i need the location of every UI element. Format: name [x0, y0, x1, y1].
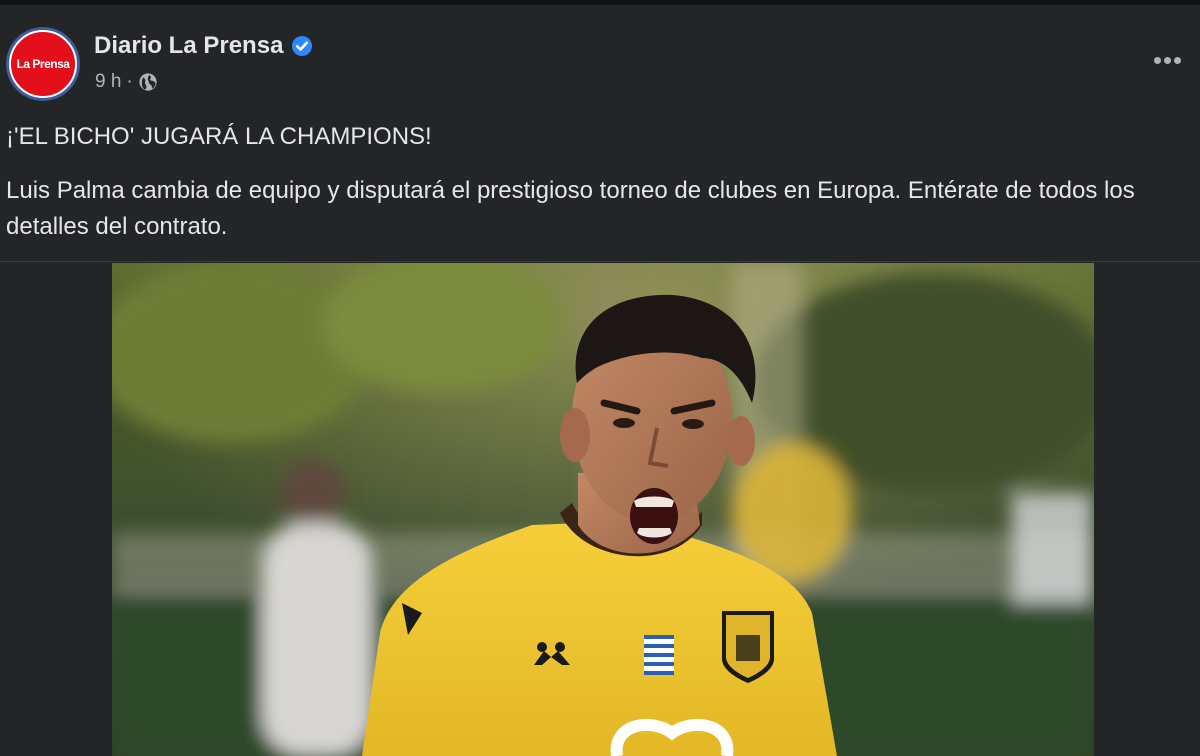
more-dot: [1173, 56, 1181, 64]
post-header: La Prensa Diario La Prensa 9 h ·: [0, 5, 1200, 115]
media-divider: [0, 261, 1200, 262]
page-avatar[interactable]: La Prensa: [6, 27, 80, 101]
more-dot: [1163, 56, 1171, 64]
more-dot: [1153, 56, 1161, 64]
post-photo[interactable]: [112, 263, 1094, 756]
post-meta: 9 h ·: [95, 71, 158, 93]
page-name-row: Diario La Prensa: [94, 32, 313, 60]
more-options-icon[interactable]: [1144, 45, 1190, 75]
post-body-text: Luis Palma cambia de equipo y disputará …: [6, 177, 1135, 240]
greek-flag-patch: [644, 635, 674, 675]
facebook-post: La Prensa Diario La Prensa 9 h · ¡'EL BI…: [0, 5, 1200, 756]
club-crest: [722, 611, 774, 683]
meta-separator: ·: [126, 71, 133, 92]
globe-icon[interactable]: [138, 72, 158, 92]
post-timestamp[interactable]: 9 h: [95, 71, 121, 93]
page-name-link[interactable]: Diario La Prensa: [94, 32, 283, 60]
post-headline: ¡'EL BICHO' JUGARÁ LA CHAMPIONS!: [6, 123, 432, 150]
avatar-logo-text: La Prensa: [16, 57, 70, 71]
verified-badge-icon: [291, 35, 313, 57]
la-prensa-logo: La Prensa: [9, 30, 77, 98]
